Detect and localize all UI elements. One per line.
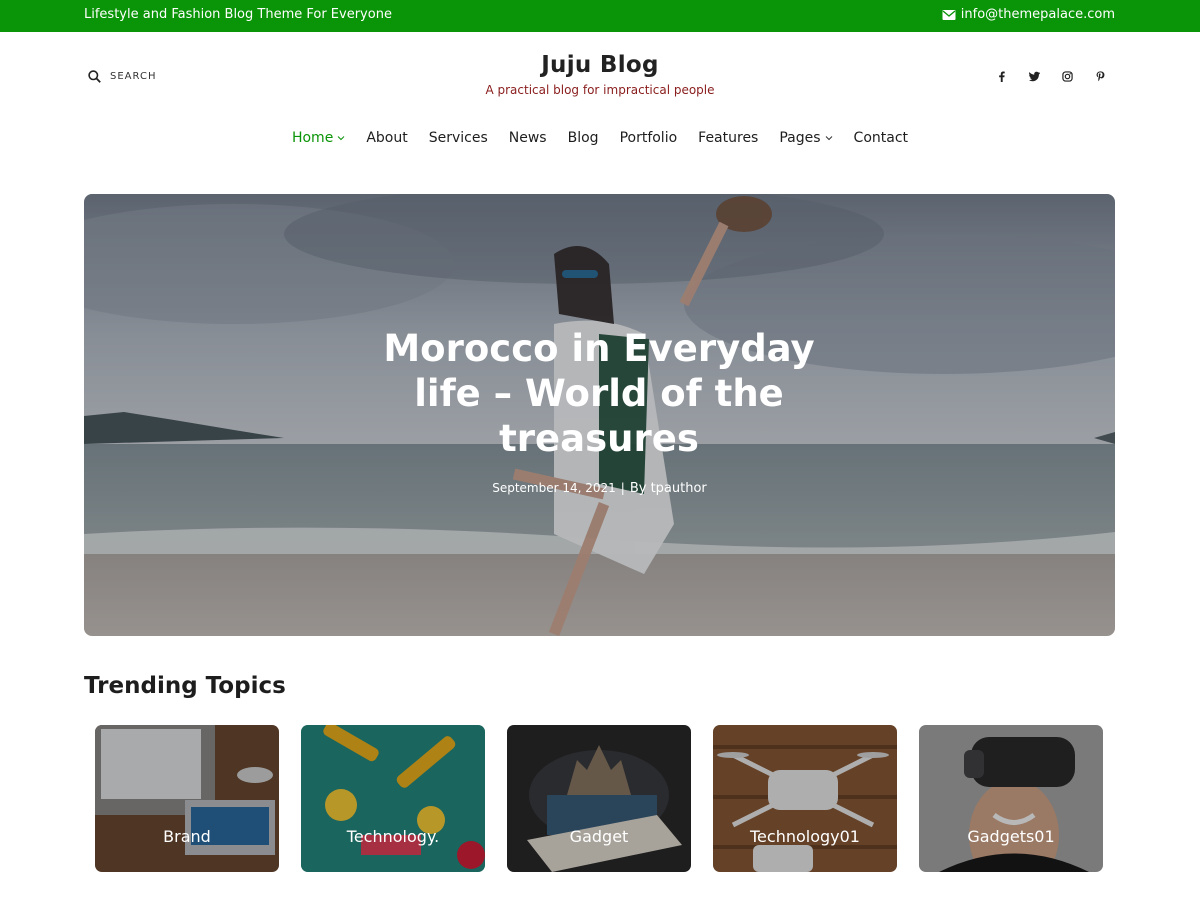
twitter-icon [1029, 71, 1040, 82]
twitter-link[interactable] [1027, 69, 1042, 84]
card-shade [95, 725, 279, 872]
nav-item-blog[interactable]: Blog [568, 130, 599, 146]
instagram-link[interactable] [1060, 69, 1075, 84]
top-bar-tagline: Lifestyle and Fashion Blog Theme For Eve… [84, 7, 392, 22]
email-address: info@themepalace.com [960, 7, 1115, 22]
card-shade [713, 725, 897, 872]
nav-item-features[interactable]: Features [698, 130, 758, 146]
topic-card-gadgets01[interactable]: Gadgets01 [919, 725, 1103, 872]
topic-label: Gadget [569, 827, 629, 846]
nav-item-label: About [366, 130, 408, 146]
hero-slide[interactable]: Morocco in Everyday life – World of the … [84, 194, 1115, 636]
card-shade [301, 725, 485, 872]
topic-card-gadget[interactable]: Gadget [507, 725, 691, 872]
topic-card-brand[interactable]: Brand [95, 725, 279, 872]
nav-item-pages[interactable]: Pages [779, 130, 832, 146]
trending-topics-list: Brand Technology. Gadget Technology01 Ga… [95, 725, 1103, 872]
pinterest-icon [1096, 71, 1105, 82]
nav-item-about[interactable]: About [366, 130, 407, 146]
nav-item-label: Blog [567, 130, 599, 146]
nav-item-home[interactable]: Home [292, 130, 345, 146]
card-shade [919, 725, 1103, 872]
topic-label: Technology01 [750, 827, 860, 846]
nav-item-label: Portfolio [619, 130, 678, 146]
trending-topics-heading: Trending Topics [84, 673, 286, 699]
pinterest-link[interactable] [1093, 69, 1108, 84]
topic-card-technology[interactable]: Technology. [301, 725, 485, 872]
chevron-down-icon [337, 136, 345, 141]
nav-item-label: Services [428, 130, 488, 146]
hero-meta: September 14, 2021 | By tpauthor [84, 481, 1115, 496]
site-description: A practical blog for impractical people [485, 83, 715, 97]
nav-item-portfolio[interactable]: Portfolio [620, 130, 678, 146]
nav-item-contact[interactable]: Contact [854, 130, 908, 146]
top-bar-email-link[interactable]: info@themepalace.com [942, 7, 1115, 22]
topic-label: Technology. [346, 827, 440, 846]
post-date[interactable]: September 14, 2021 [492, 481, 616, 495]
nav-item-label: News [508, 130, 547, 146]
top-bar: Lifestyle and Fashion Blog Theme For Eve… [0, 0, 1200, 32]
facebook-icon [999, 71, 1005, 82]
facebook-link[interactable] [994, 69, 1009, 84]
topic-label: Brand [163, 827, 211, 846]
social-links [994, 69, 1108, 84]
post-author[interactable]: By tpauthor [630, 481, 707, 496]
topic-card-technology01[interactable]: Technology01 [713, 725, 897, 872]
nav-item-label: Home [291, 130, 334, 146]
envelope-icon [942, 9, 956, 20]
instagram-icon [1062, 71, 1073, 82]
meta-separator: | [620, 481, 625, 495]
nav-item-label: Pages [779, 130, 821, 146]
nav-item-services[interactable]: Services [429, 130, 488, 146]
card-shade [507, 725, 691, 872]
nav-item-label: Contact [853, 130, 909, 146]
hero-title[interactable]: Morocco in Everyday life – World of the … [349, 326, 849, 461]
topic-label: Gadgets01 [967, 827, 1055, 846]
nav-item-label: Features [698, 130, 759, 146]
chevron-down-icon [825, 136, 832, 141]
primary-nav: Home About Services News Blog Portfolio … [0, 130, 1200, 146]
nav-item-news[interactable]: News [509, 130, 547, 146]
